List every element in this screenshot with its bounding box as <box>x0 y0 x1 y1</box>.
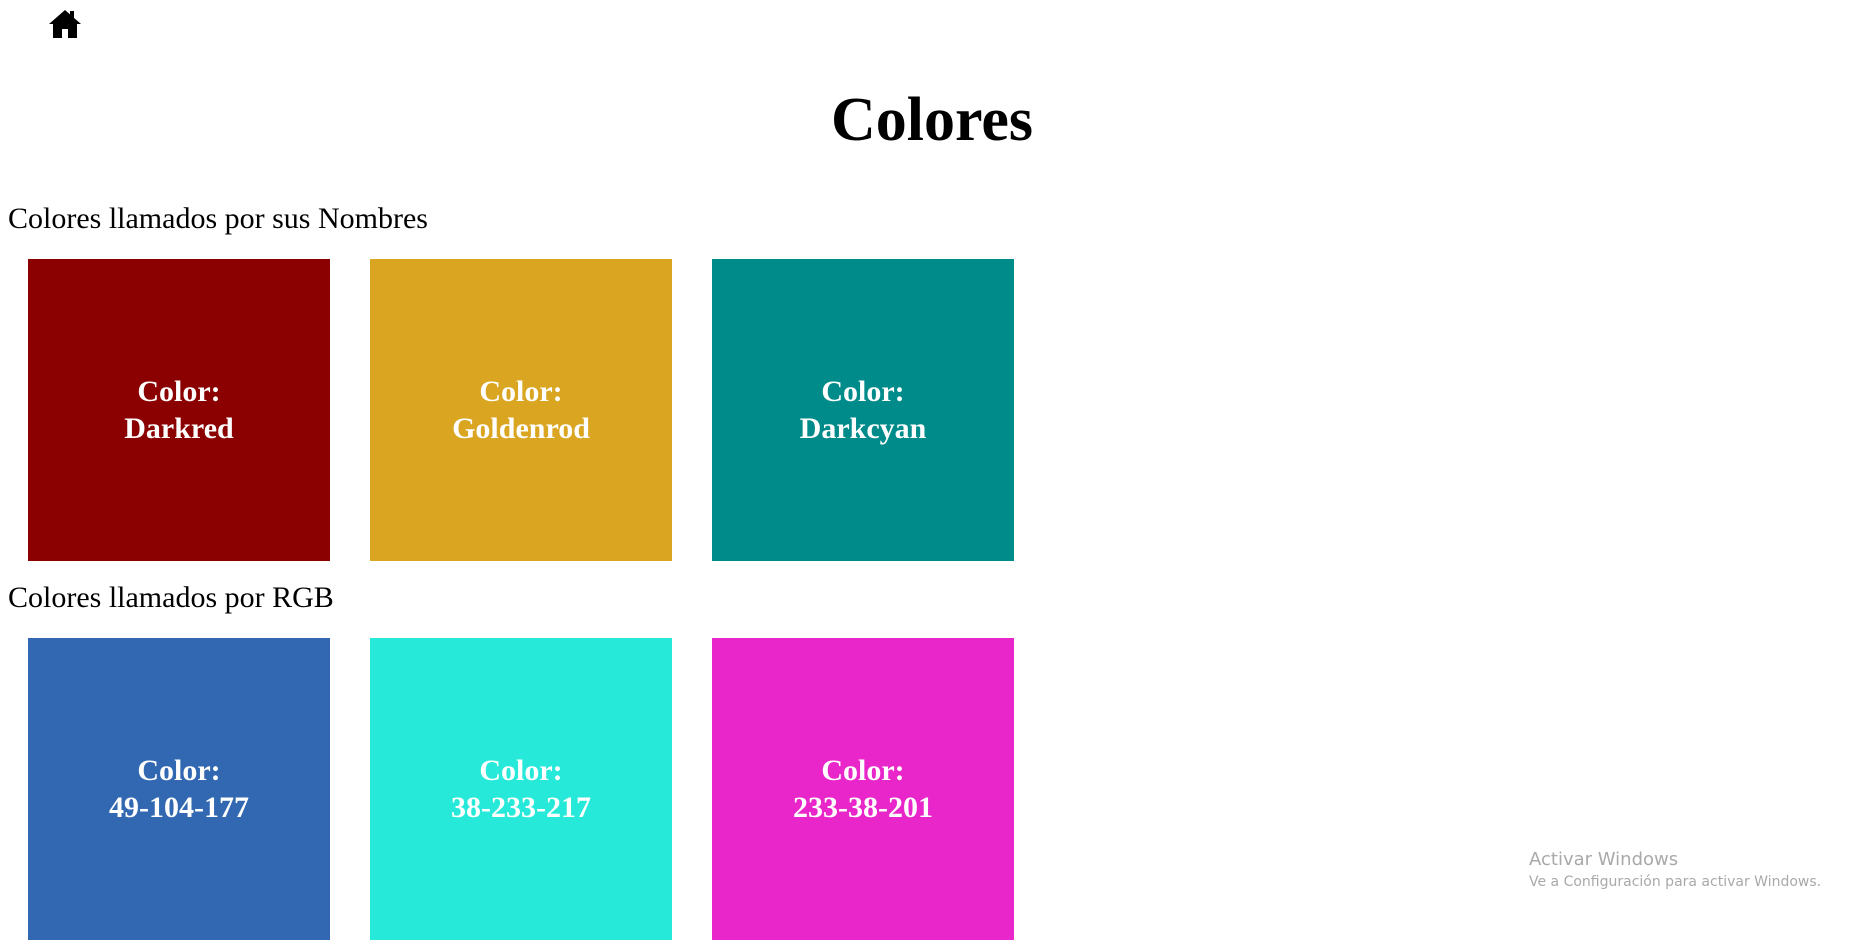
rgb-colors-row: Color: 49-104-177 Color: 38-233-217 Colo… <box>28 638 1014 940</box>
swatch-label-name: 233-38-201 <box>793 791 933 824</box>
watermark-title: Activar Windows <box>1529 849 1679 870</box>
color-swatch-goldenrod: Color: Goldenrod <box>370 259 672 561</box>
color-swatch-darkred: Color: Darkred <box>28 259 330 561</box>
swatch-label-name: Darkcyan <box>799 412 927 445</box>
swatch-label-prefix: Color: <box>479 375 563 408</box>
swatch-label-prefix: Color: <box>821 375 905 408</box>
home-link[interactable] <box>48 8 82 40</box>
swatch-label-name: Darkred <box>124 412 234 445</box>
watermark-subtitle: Ve a Configuración para activar Windows. <box>1529 874 1822 890</box>
swatch-label-prefix: Color: <box>137 754 221 787</box>
home-icon <box>48 8 82 40</box>
color-swatch-rgb-38-233-217: Color: 38-233-217 <box>370 638 672 940</box>
color-swatch-darkcyan: Color: Darkcyan <box>712 259 1014 561</box>
color-swatch-rgb-49-104-177: Color: 49-104-177 <box>28 638 330 940</box>
swatch-label-name: 49-104-177 <box>109 791 249 824</box>
swatch-label-name: Goldenrod <box>452 412 590 445</box>
swatch-label: Color: Darkred <box>124 373 233 447</box>
swatch-label: Color: 38-233-217 <box>451 752 591 826</box>
named-colors-row: Color: Darkred Color: Goldenrod Color: D… <box>28 259 1014 561</box>
swatch-label: Color: 233-38-201 <box>793 752 933 826</box>
page-title: Colores <box>830 86 1034 154</box>
swatch-label-prefix: Color: <box>479 754 563 787</box>
swatch-label: Color: Darkcyan <box>800 373 927 447</box>
swatch-label-prefix: Color: <box>821 754 905 787</box>
swatch-label: Color: Goldenrod <box>452 373 590 447</box>
swatch-label-name: 38-233-217 <box>451 791 591 824</box>
section-title-rgb-colors: Colores llamados por RGB <box>8 581 334 614</box>
windows-activation-watermark: Activar Windows Ve a Configuración para … <box>1529 848 1821 892</box>
swatch-label: Color: 49-104-177 <box>109 752 249 826</box>
color-swatch-rgb-233-38-201: Color: 233-38-201 <box>712 638 1014 940</box>
swatch-label-prefix: Color: <box>137 375 221 408</box>
section-title-named-colors: Colores llamados por sus Nombres <box>8 202 428 235</box>
